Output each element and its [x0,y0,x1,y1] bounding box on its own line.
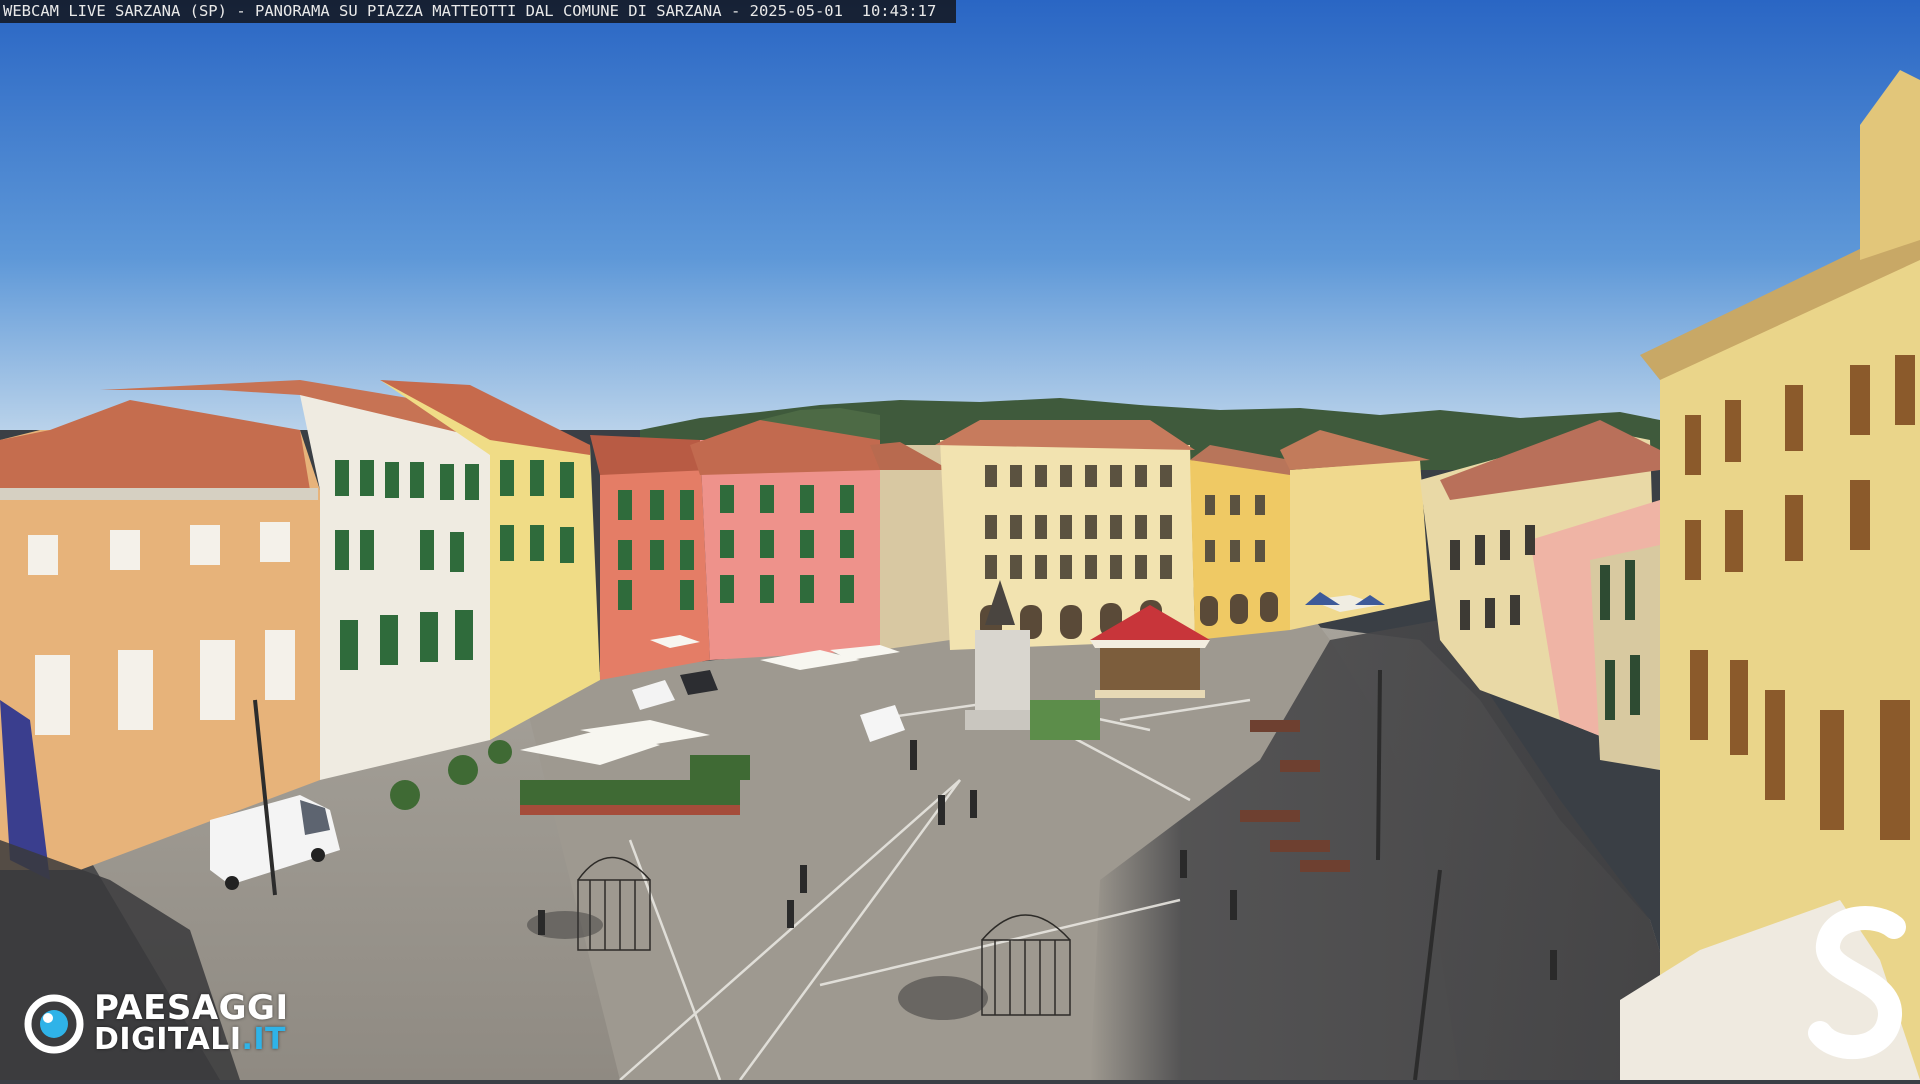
caption-date: 2025-05-01 [749,2,843,20]
webcam-caption: WEBCAM LIVE SARZANA (SP) - PANORAMA SU P… [0,0,957,23]
caption-location: WEBCAM LIVE SARZANA (SP) [3,2,227,20]
paesaggi-digitali-logo: PAESAGGI DIGITALI.IT [24,990,344,1058]
logo-word-digitali: DIGITALI.IT [94,1024,286,1056]
caption-time: 10:43:17 [861,2,937,20]
camera-lens-icon [24,994,84,1054]
caption-title: PANORAMA SU PIAZZA MATTEOTTI DAL COMUNE … [255,2,722,20]
caption-separator: - [730,2,741,20]
piazza-scene [0,0,1920,1081]
sky [0,0,1920,430]
logo-digitali-text: DIGITALI [94,1022,242,1057]
logo-word-paesaggi: PAESAGGI [94,988,289,1028]
webcam-frame: WEBCAM LIVE SARZANA (SP) - PANORAMA SU P… [0,0,1920,1081]
logo-tld-text: .IT [241,1022,287,1057]
s-letter-logo [1808,906,1906,1059]
caption-separator: - [236,2,246,20]
